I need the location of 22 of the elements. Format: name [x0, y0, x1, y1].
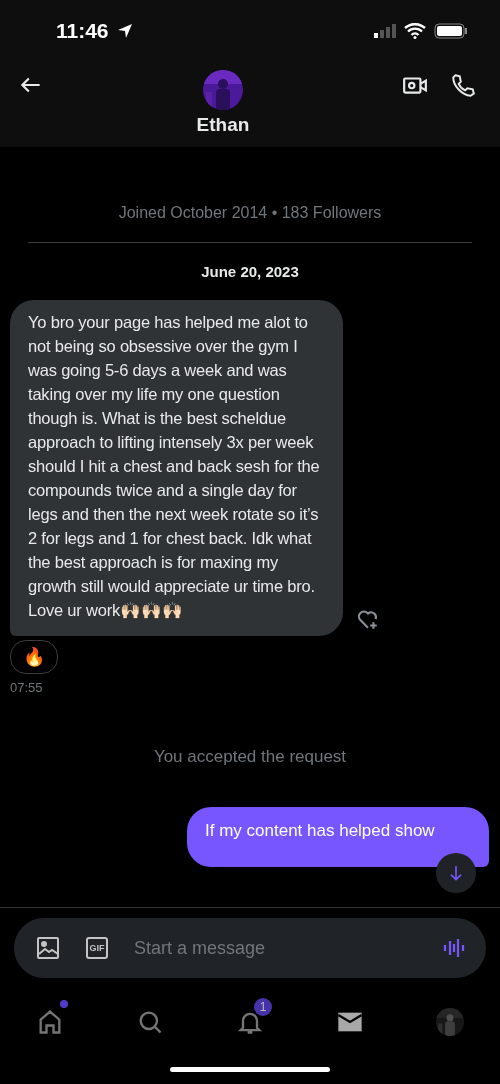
gif-button[interactable]: GIF — [86, 937, 108, 959]
system-notice: You accepted the request — [152, 747, 348, 767]
scroll-down-button[interactable] — [436, 853, 476, 893]
notifications-tab[interactable]: 1 — [226, 998, 274, 1046]
voice-icon[interactable] — [442, 936, 466, 960]
profile-info: Joined October 2014 • 183 Followers — [117, 204, 383, 222]
date-divider: June 20, 2023 — [200, 263, 300, 280]
wifi-icon — [404, 23, 426, 39]
incoming-message: Yo bro your page has helped me alot to not being so obsessive over the gym I was going 5-6 days a week and was taking over my life my one question though is. What is the best scheldue approach to lifting intensely 3x per week should I hit a chest and back sesh for the compounds twice and a single day for legs and then the next week rotate so it’s 2 for legs and 1 for chest back. Idk what the best approach is for maxing my growth still would appreciate ur time bro. Love ur work🙌🏻🙌🏻🙌🏻 — [10, 300, 343, 636]
battery-icon — [434, 23, 468, 39]
reaction[interactable]: 🔥 — [10, 640, 58, 674]
message-time: 07:55 — [10, 680, 44, 695]
image-icon — [36, 936, 60, 960]
contact-name: Ethan — [196, 114, 250, 136]
phone-icon — [450, 72, 476, 98]
status-time: 11:46 — [56, 19, 109, 43]
message-field[interactable]: Start a message — [132, 936, 418, 960]
image-button[interactable] — [34, 934, 62, 962]
notification-badge: 1 — [254, 998, 272, 1016]
outgoing-message: If my content has helped show — [187, 807, 489, 867]
location-arrow-icon — [116, 23, 133, 39]
signal-icon — [374, 24, 396, 38]
